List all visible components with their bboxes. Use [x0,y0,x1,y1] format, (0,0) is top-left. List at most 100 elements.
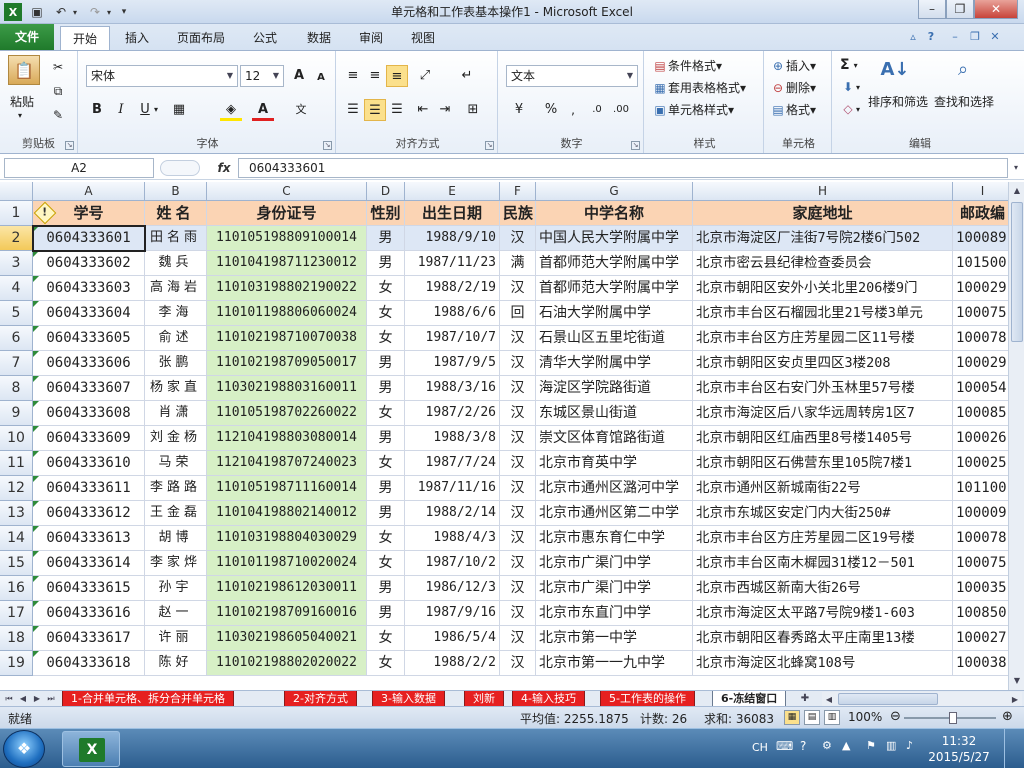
cut-icon[interactable]: ✂ [50,59,66,75]
cell-h[interactable]: 北京市丰台区石榴园北里21号楼3单元 [693,301,953,326]
cell-b[interactable]: 孙宇 [145,576,207,601]
cell-b[interactable]: 许丽 [145,626,207,651]
cell-f[interactable]: 满 [500,251,536,276]
column-header-i[interactable]: I [953,182,1008,201]
next-sheet-icon[interactable]: ▶ [30,691,44,707]
cell-e[interactable]: 1986/5/4 [405,626,500,651]
cell-d[interactable]: 男 [367,226,405,251]
tab-page-layout[interactable]: 页面布局 [168,26,234,50]
cell-c[interactable]: 110302198605040021 [207,626,367,651]
cell-d[interactable]: 男 [367,476,405,501]
number-format-combo[interactable]: 文本 ▼ [506,65,638,87]
formula-bar-handle[interactable] [160,160,200,176]
column-header-d[interactable]: D [367,182,405,201]
wrap-text-icon[interactable]: ↵ [456,65,478,87]
binoculars-icon[interactable]: ⌕ [948,55,978,83]
cell-d[interactable]: 女 [367,651,405,676]
normal-view-icon[interactable]: ▦ [784,710,800,725]
row-header[interactable]: 5 [0,301,33,326]
delete-cells-button[interactable]: ⊖ 删除 ▾ [770,79,816,96]
cell-a[interactable]: 0604333613 [33,526,145,551]
cell-d[interactable]: 男 [367,601,405,626]
sheet-tab-1[interactable]: 1-合并单元格、拆分合并单元格 [62,691,234,707]
border-icon[interactable]: ▦ [168,99,190,121]
ribbon-minimize-icon[interactable]: ▵ [904,28,922,46]
prev-sheet-icon[interactable]: ◀ [16,691,30,707]
format-cells-button[interactable]: ▤ 格式 ▾ [770,101,816,118]
cell-i[interactable]: 100026 [953,426,1008,451]
font-launcher-icon[interactable]: ↘ [323,141,332,150]
cell-a[interactable]: 0604333615 [33,576,145,601]
column-header-f[interactable]: F [500,182,536,201]
cell-b[interactable]: 李路路 [145,476,207,501]
cell-f[interactable]: 汉 [500,326,536,351]
cell-d[interactable]: 女 [367,451,405,476]
help-icon[interactable]: ? [922,28,940,46]
minimize-button[interactable]: – [918,0,946,19]
cell-f[interactable]: 汉 [500,401,536,426]
header-cell-e[interactable]: 出生日期 [405,201,500,226]
row-header[interactable]: 7 [0,351,33,376]
cell-d[interactable]: 男 [367,351,405,376]
row-header[interactable]: 2 [0,226,33,251]
cell-a[interactable]: 0604333606 [33,351,145,376]
cell-h[interactable]: 北京市朝阳区红庙西里8号楼1405号 [693,426,953,451]
column-header-e[interactable]: E [405,182,500,201]
zoom-level[interactable]: 100% [848,710,882,724]
find-select-button[interactable]: 查找和选择 [934,93,994,110]
insert-sheet-icon[interactable]: ✚ [796,691,814,707]
column-header-h[interactable]: H [693,182,953,201]
cell-e[interactable]: 1987/2/26 [405,401,500,426]
select-all-corner[interactable] [0,182,33,201]
cell-g[interactable]: 北京市广渠门中学 [536,551,693,576]
zoom-in-icon[interactable]: ⊕ [1002,709,1013,724]
cell-e[interactable]: 1988/2/19 [405,276,500,301]
cell-b[interactable]: 李海 [145,301,207,326]
cell-a[interactable]: 0604333618 [33,651,145,676]
cell-f[interactable]: 汉 [500,576,536,601]
cell-e[interactable]: 1988/9/10 [405,226,500,251]
cell-c[interactable]: 110102198612030011 [207,576,367,601]
taskbar-clock[interactable]: 11:32 2015/5/27 [924,733,994,765]
cell-h[interactable]: 北京市朝阳区石佛营东里105院7楼1 [693,451,953,476]
zoom-slider-knob[interactable] [949,712,957,724]
cell-i[interactable]: 100085 [953,401,1008,426]
cell-h[interactable]: 北京市东城区安定门内大街250# [693,501,953,526]
chevron-down-icon[interactable]: ▼ [624,67,636,85]
autosum-button[interactable]: Σ ▾ [840,57,858,73]
cell-f[interactable]: 回 [500,301,536,326]
align-top-icon[interactable]: ≡ [342,65,364,87]
cell-g[interactable]: 东城区景山街道 [536,401,693,426]
fill-icon[interactable]: ⬇ ▾ [840,79,860,95]
cell-e[interactable]: 1988/2/14 [405,501,500,526]
scroll-down-icon[interactable]: ▼ [1010,674,1024,688]
cell-c[interactable]: 110101198710020024 [207,551,367,576]
sheet-tab-2[interactable]: 2-对齐方式 [284,691,357,707]
cell-g[interactable]: 首都师范大学附属中学 [536,251,693,276]
show-hidden-icons-icon[interactable]: ▲ [842,739,850,752]
column-header-b[interactable]: B [145,182,207,201]
cell-e[interactable]: 1987/11/16 [405,476,500,501]
cell-g[interactable]: 北京市惠东育仁中学 [536,526,693,551]
decrease-decimal-icon[interactable]: .00 [610,99,632,121]
grow-font-button[interactable]: A [288,65,310,87]
horizontal-scroll-thumb[interactable] [838,693,938,705]
cell-b[interactable]: 张鹏 [145,351,207,376]
cell-e[interactable]: 1987/10/7 [405,326,500,351]
row-header[interactable]: 9 [0,401,33,426]
cell-i[interactable]: 101100 [953,476,1008,501]
cell-b[interactable]: 胡博 [145,526,207,551]
header-cell-d[interactable]: 性别 [367,201,405,226]
column-header-a[interactable]: A [33,182,145,201]
header-cell-g[interactable]: 中学名称 [536,201,693,226]
row-header[interactable]: 3 [0,251,33,276]
conditional-format-button[interactable]: ▤ 条件格式 ▾ [652,57,722,74]
column-header-g[interactable]: G [536,182,693,201]
tab-formulas[interactable]: 公式 [242,26,288,50]
cell-b[interactable]: 魏兵 [145,251,207,276]
cell-i[interactable]: 100027 [953,626,1008,651]
cell-c[interactable]: 110302198803160011 [207,376,367,401]
cell-a[interactable]: 0604333611 [33,476,145,501]
cell-g[interactable]: 清华大学附属中学 [536,351,693,376]
cell-i[interactable]: 100035 [953,576,1008,601]
